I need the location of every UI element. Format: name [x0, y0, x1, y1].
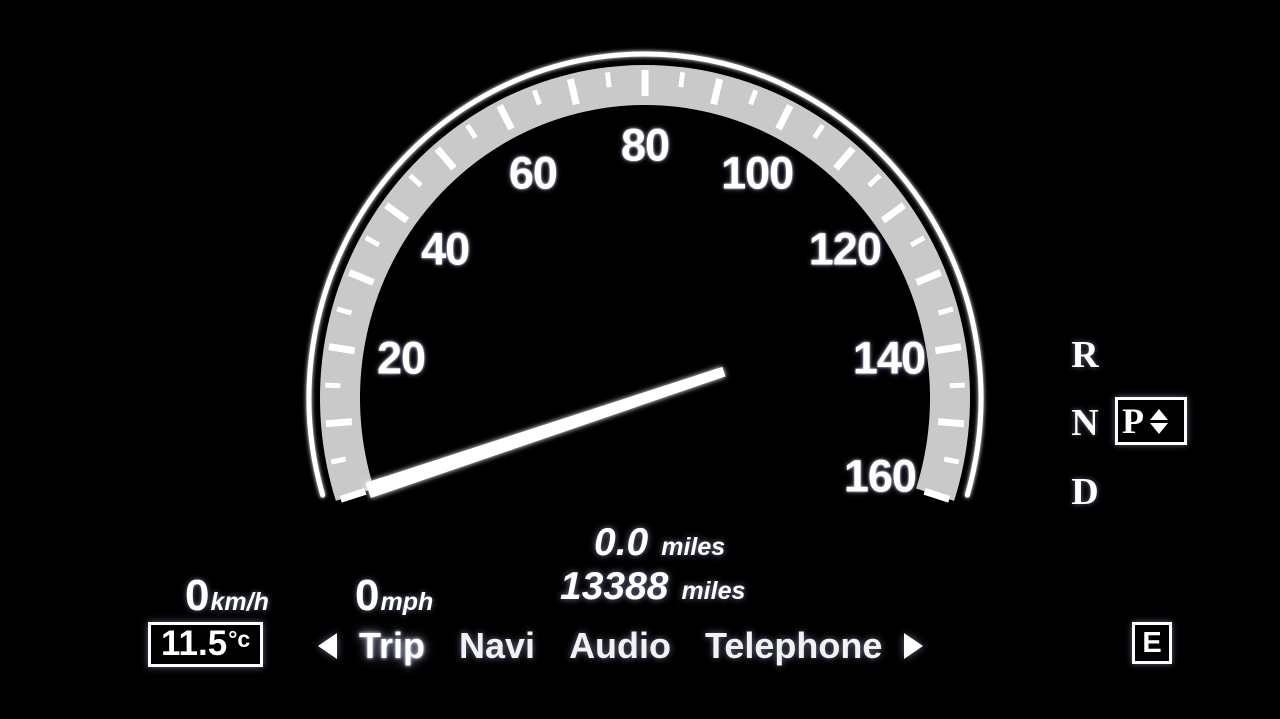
gauge-scale-label-80: 80: [620, 119, 670, 171]
menu-item-telephone[interactable]: Telephone: [705, 628, 882, 664]
gear-selector: R N D P: [1068, 330, 1198, 520]
current-gear-letter: P: [1122, 401, 1144, 441]
mph-unit-text: mph: [380, 588, 434, 616]
trip-odometer-readouts: 0.0 miles 13388 miles: [560, 523, 900, 607]
trip-distance-unit: miles: [661, 533, 726, 561]
gauge-scale-label-60: 60: [508, 147, 558, 199]
gauge-scale-label-140: 140: [852, 332, 926, 384]
fuel-empty-letter: E: [1142, 626, 1162, 659]
gauge-minor-tick: [943, 456, 960, 465]
gauge-major-tick: [937, 418, 965, 428]
fuel-empty-indicator: E: [1132, 622, 1172, 664]
outside-temperature-value: 11.5: [161, 624, 228, 663]
menu-item-trip[interactable]: Trip: [359, 628, 425, 664]
outside-temperature-unit: °c: [228, 626, 251, 652]
trip-distance-value: 0.0: [594, 521, 649, 564]
kmh-scale-label: 0km/h: [185, 574, 269, 618]
menu-items: Trip Navi Audio Telephone: [359, 628, 882, 664]
gear-option-d: D: [1071, 471, 1099, 513]
gauge-major-tick: [325, 418, 353, 428]
gauge-major-tick: [934, 343, 962, 355]
gear-shift-arrows: [1150, 408, 1168, 434]
mph-zero-value: 0: [355, 571, 380, 620]
instrument-cluster-screen: 20 40 60 80 100 120 140 160 0km/h 0mph 0.0 mile…: [0, 0, 1280, 719]
bottom-menu-bar: Trip Navi Audio Telephone: [318, 620, 924, 672]
gauge-major-tick: [328, 343, 356, 355]
kmh-unit-text: km/h: [210, 588, 269, 616]
gear-option-n: N: [1071, 402, 1099, 444]
menu-item-audio[interactable]: Audio: [569, 628, 671, 664]
gauge-minor-tick: [330, 456, 347, 465]
odometer-value: 13388: [560, 564, 669, 608]
gear-down-arrow-icon: [1150, 422, 1168, 434]
gauge-scale-label-20: 20: [377, 332, 426, 384]
gauge-scale-label-40: 40: [421, 223, 470, 275]
gauge-minor-tick: [678, 71, 686, 88]
gauge-minor-tick: [325, 382, 341, 389]
gauge-scale-label-120: 120: [808, 223, 882, 275]
current-gear-indicator: P: [1115, 397, 1187, 445]
gauge-minor-tick: [604, 71, 612, 88]
menu-prev-arrow-icon[interactable]: [318, 633, 337, 659]
gauge-scale-label-100: 100: [721, 147, 794, 199]
gauge-needle: [365, 366, 726, 498]
outside-temperature-box: 11.5 °c: [148, 622, 264, 667]
mph-scale-label: 0mph: [355, 574, 433, 618]
gear-option-r: R: [1071, 334, 1099, 376]
kmh-zero-value: 0: [185, 571, 210, 620]
gauge-needle-path: [365, 366, 726, 498]
odometer-unit: miles: [681, 576, 746, 605]
gauge-minor-tick: [949, 382, 965, 389]
odometer-readout-row: 13388 miles: [560, 564, 900, 608]
menu-item-navi[interactable]: Navi: [459, 628, 535, 664]
gauge-scale-label-160: 160: [843, 450, 917, 502]
trip-readout-row: 0.0 miles: [594, 523, 900, 563]
menu-next-arrow-icon[interactable]: [904, 633, 924, 659]
gear-up-arrow-icon: [1150, 408, 1168, 420]
